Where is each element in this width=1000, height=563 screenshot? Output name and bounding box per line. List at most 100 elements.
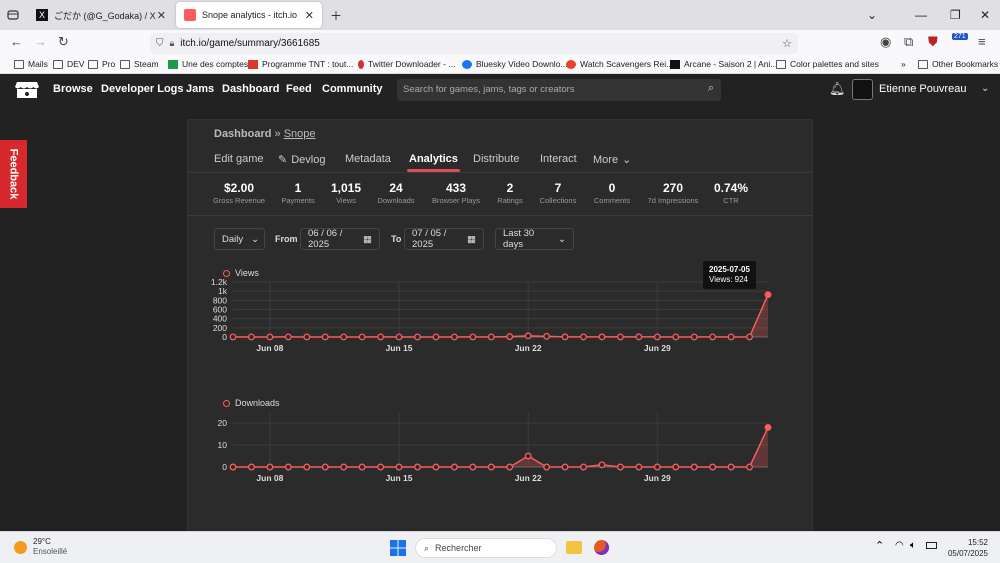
data-point[interactable] <box>524 452 532 460</box>
nav-browse[interactable]: Browse <box>53 83 93 95</box>
bookmark-item[interactable]: Watch Scavengers Rei... <box>566 59 673 69</box>
nav-dashboard[interactable]: Dashboard <box>222 83 279 95</box>
ublock-icon[interactable]: ⛊ <box>928 34 938 50</box>
search-icon[interactable]: ⌕ <box>708 82 714 95</box>
data-point[interactable] <box>543 332 551 340</box>
restore-button[interactable]: ❐ <box>950 0 961 30</box>
to-date-input[interactable]: 07 / 05 / 2025 ▦ <box>404 228 484 250</box>
username[interactable]: Etienne Pouvreau <box>879 83 966 95</box>
nav-feed[interactable]: Feed <box>286 83 312 95</box>
tab-edit-game[interactable]: Edit game <box>214 153 264 165</box>
tab-distribute[interactable]: Distribute <box>473 153 519 165</box>
stat-ctr[interactable]: 0.74% CTR <box>691 181 771 205</box>
avatar[interactable] <box>852 79 873 100</box>
data-point[interactable] <box>284 333 292 341</box>
data-point[interactable] <box>395 333 403 341</box>
data-point[interactable] <box>321 463 329 471</box>
data-point[interactable] <box>414 463 421 471</box>
data-point[interactable] <box>247 463 255 471</box>
data-point[interactable] <box>450 333 458 341</box>
file-explorer-icon[interactable] <box>566 541 582 554</box>
browser-tab-itch[interactable]: Snope analytics - itch.io ✕ <box>176 2 322 28</box>
data-point[interactable] <box>340 333 348 341</box>
data-point[interactable] <box>598 333 606 341</box>
bell-icon[interactable]: 🔔︎ <box>829 81 846 97</box>
data-point[interactable] <box>709 463 717 471</box>
search-input[interactable]: Search for games, jams, tags or creators… <box>397 79 721 101</box>
data-point[interactable] <box>377 463 385 471</box>
data-point[interactable] <box>469 463 477 471</box>
ext-badge[interactable]: 271 <box>952 33 968 40</box>
bookmark-item[interactable]: Programme TNT : tout... <box>248 59 353 69</box>
data-point[interactable] <box>635 463 643 471</box>
feedback-button[interactable]: Feedback <box>0 140 27 208</box>
url-bar[interactable]: ⛉ 🔒︎ itch.io/game/summary/3661685 ☆ <box>150 33 798 54</box>
data-point[interactable] <box>727 463 735 471</box>
data-point[interactable] <box>432 333 440 341</box>
data-point[interactable] <box>690 463 698 471</box>
data-point[interactable] <box>580 333 587 341</box>
data-point[interactable] <box>561 463 569 471</box>
views-legend[interactable]: Views <box>223 268 259 278</box>
data-point[interactable] <box>358 333 366 341</box>
forward-arrow-icon[interactable]: → <box>34 34 47 49</box>
windows-start-icon[interactable] <box>390 540 406 561</box>
downloads-chart[interactable]: 0 10 20 Jun 08 Jun 15 Jun 22 Jun 29 <box>188 408 788 526</box>
interval-select[interactable]: Daily ⌄ <box>214 228 265 250</box>
tab-devlog[interactable]: ✎ Devlog <box>278 153 325 166</box>
tab-interact[interactable]: Interact <box>540 153 577 165</box>
firefox-icon[interactable] <box>594 540 609 555</box>
bookmark-folder[interactable]: Mails <box>14 59 48 69</box>
tab-analytics[interactable]: Analytics <box>407 153 460 172</box>
taskbar-search[interactable]: ⌕ Rechercher <box>415 538 557 558</box>
data-point[interactable] <box>414 333 421 341</box>
bookmark-folder[interactable]: Steam <box>120 59 159 69</box>
data-point[interactable] <box>321 333 329 341</box>
data-point[interactable] <box>506 333 514 341</box>
tab-metadata[interactable]: Metadata <box>345 153 391 165</box>
star-icon[interactable]: ☆ <box>782 37 792 50</box>
reload-icon[interactable]: ↻ <box>58 34 69 50</box>
itch-logo-icon[interactable] <box>14 80 40 105</box>
chevron-up-icon[interactable]: ⌃ <box>875 539 884 552</box>
data-point[interactable] <box>598 461 606 469</box>
data-point[interactable] <box>616 463 624 471</box>
data-point[interactable] <box>764 291 772 299</box>
calendar-icon[interactable]: ▦ <box>363 234 372 245</box>
bookmark-item[interactable]: Twitter Downloader - ... <box>358 59 455 69</box>
data-point[interactable] <box>580 463 587 471</box>
data-point[interactable] <box>266 333 274 341</box>
new-tab-button[interactable]: ＋ <box>330 0 342 30</box>
downloads-legend[interactable]: Downloads <box>223 398 280 408</box>
back-arrow-icon[interactable]: ← <box>10 34 23 49</box>
data-point[interactable] <box>506 463 514 471</box>
nav-developer-logs[interactable]: Developer Logs <box>101 83 184 95</box>
bookmark-folder[interactable]: Pro <box>88 59 115 69</box>
data-point[interactable] <box>561 333 569 341</box>
weather-widget[interactable]: 29°C Ensoleillé <box>14 537 67 557</box>
data-point[interactable] <box>266 463 274 471</box>
account-icon[interactable]: ◉ <box>880 34 891 50</box>
data-point[interactable] <box>377 333 385 341</box>
data-point[interactable] <box>746 463 754 471</box>
data-point[interactable] <box>727 333 735 341</box>
data-point[interactable] <box>690 333 698 341</box>
close-icon[interactable]: ✕ <box>305 9 314 22</box>
data-point[interactable] <box>764 423 772 431</box>
clock[interactable]: 15:52 05/07/2025 <box>948 537 988 559</box>
data-point[interactable] <box>247 333 255 341</box>
tab-more[interactable]: More ⌄ <box>593 153 631 166</box>
data-point[interactable] <box>303 463 311 471</box>
close-window-button[interactable]: ✕ <box>980 0 990 30</box>
nav-community[interactable]: Community <box>322 83 383 95</box>
breadcrumb-game[interactable]: Snope <box>284 128 316 140</box>
battery-icon[interactable] <box>926 542 937 549</box>
data-point[interactable] <box>229 333 237 341</box>
data-point[interactable] <box>432 463 440 471</box>
bookmark-folder[interactable]: Color palettes and sites <box>776 59 879 69</box>
extensions-icon[interactable]: ⧉ <box>904 34 913 50</box>
data-point[interactable] <box>284 463 292 471</box>
data-point[interactable] <box>543 463 551 471</box>
data-point[interactable] <box>653 333 661 341</box>
data-point[interactable] <box>653 463 661 471</box>
